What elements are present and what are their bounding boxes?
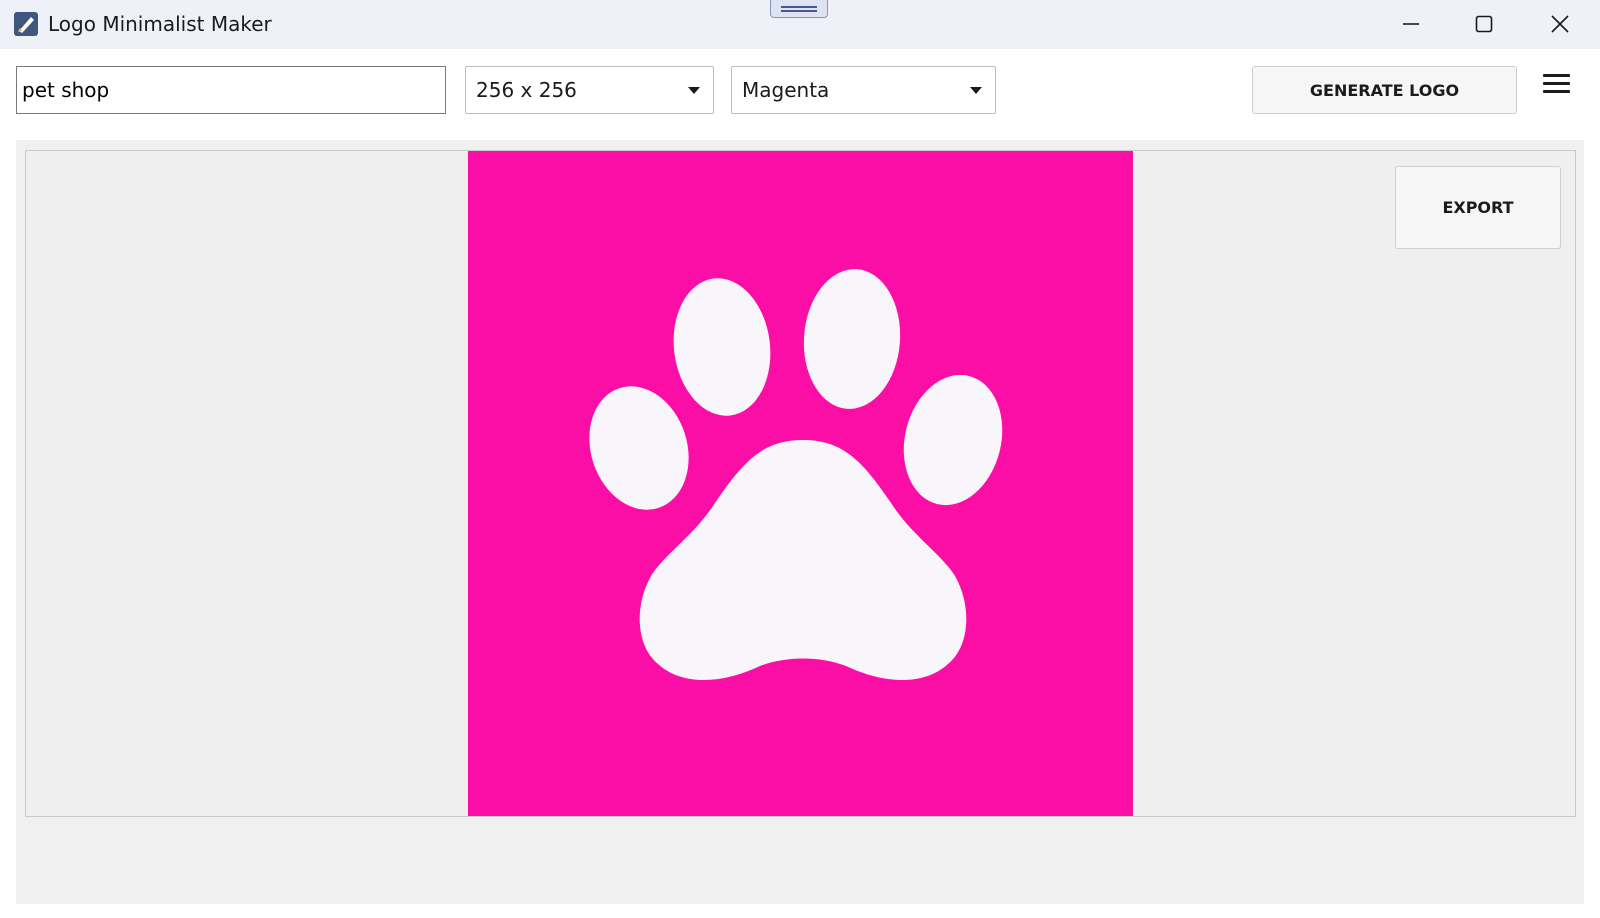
maximize-button[interactable] <box>1448 0 1520 48</box>
minimize-icon <box>1403 23 1419 25</box>
generated-logo <box>468 151 1133 816</box>
size-select-value: 256 x 256 <box>476 78 577 102</box>
snap-layout-handle[interactable] <box>770 0 828 18</box>
generate-logo-label: GENERATE LOGO <box>1309 80 1460 100</box>
prompt-input[interactable] <box>16 66 446 114</box>
app-icon <box>13 11 39 37</box>
color-select-value: Magenta <box>742 78 830 102</box>
color-select[interactable]: Magenta <box>731 66 996 114</box>
close-button[interactable] <box>1524 0 1596 48</box>
generate-logo-button[interactable]: GENERATE LOGO <box>1252 66 1517 114</box>
export-label: EXPORT <box>1442 198 1514 217</box>
paw-print-icon <box>589 269 1003 680</box>
chevron-down-icon <box>970 87 982 94</box>
title-bar: Logo Minimalist Maker <box>0 0 1600 49</box>
hamburger-menu-icon[interactable] <box>1542 72 1572 96</box>
export-button[interactable]: EXPORT <box>1395 166 1561 249</box>
minimize-button[interactable] <box>1375 0 1447 48</box>
maximize-icon <box>1475 15 1493 33</box>
window-title: Logo Minimalist Maker <box>48 12 272 36</box>
size-select[interactable]: 256 x 256 <box>465 66 714 114</box>
close-icon <box>1551 15 1569 33</box>
chevron-down-icon <box>688 87 700 94</box>
